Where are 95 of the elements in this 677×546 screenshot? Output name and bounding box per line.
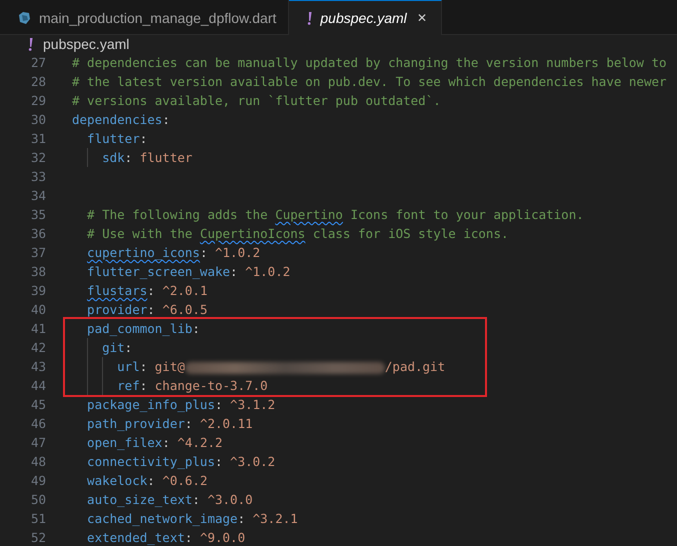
yaml-key: extended_text <box>87 530 185 545</box>
line-number: 49 <box>30 472 46 490</box>
yaml-key: sdk <box>102 150 125 165</box>
yaml-value: ^4.2.2 <box>177 435 223 450</box>
colon: : <box>140 131 148 146</box>
yaml-key: wakelock <box>87 473 148 488</box>
file-icon <box>18 11 31 24</box>
line-number: 28 <box>30 73 46 91</box>
colon: : <box>214 454 224 469</box>
yaml-value: change-to-3.7.0 <box>154 378 268 393</box>
line-number: 35 <box>30 206 46 224</box>
colon: : <box>162 435 171 450</box>
code-comment: # versions available, run `flutter pub outdated`. <box>72 93 441 108</box>
colon: : <box>147 473 156 488</box>
line-number: 52 <box>30 529 46 546</box>
yaml-value: ^2.0.11 <box>200 416 253 431</box>
yaml-key: flutter_screen_wake <box>87 264 230 279</box>
yaml-value: ^3.0.2 <box>230 454 276 469</box>
colon: : <box>147 283 156 298</box>
code-comment: Icons font to your application. <box>349 207 584 222</box>
close-icon[interactable]: ✕ <box>414 11 429 25</box>
line-number: 44 <box>30 377 46 395</box>
yaml-key: flutter <box>87 131 140 146</box>
yaml-value: flutter <box>140 150 192 165</box>
line-number: 37 <box>30 244 46 262</box>
colon: : <box>140 378 148 393</box>
yaml-value: /pad.git <box>384 359 446 374</box>
yaml-value: ^6.0.5 <box>162 302 208 317</box>
yaml-key: dependencies <box>72 112 162 127</box>
line-number: 29 <box>30 92 46 110</box>
yaml-value: git@ <box>154 359 185 374</box>
code-comment: CupertinoIcons <box>200 225 306 243</box>
line-number: 38 <box>30 263 46 281</box>
yaml-key: git <box>102 340 125 355</box>
colon: : <box>230 264 239 279</box>
line-number: 47 <box>30 434 46 452</box>
yaml-value: ^2.0.1 <box>162 283 208 298</box>
yaml-key: url <box>117 359 140 374</box>
line-number: 34 <box>30 187 46 205</box>
line-number: 33 <box>30 168 46 186</box>
colon: : <box>184 530 194 545</box>
colon: : <box>162 112 170 127</box>
line-number: 46 <box>30 415 46 433</box>
colon: : <box>238 511 246 526</box>
line-number: 42 <box>30 339 46 357</box>
yaml-value: ^0.6.2 <box>162 473 208 488</box>
exclamation-icon <box>307 12 312 24</box>
line-number: 43 <box>30 358 46 376</box>
yaml-key: cached_network_image <box>87 511 238 526</box>
yaml-key: package_info_plus <box>87 397 215 412</box>
yaml-key: auto_size_text <box>87 492 192 507</box>
breadcrumb-item[interactable]: pubspec.yaml <box>43 36 130 52</box>
colon: : <box>200 245 208 260</box>
line-number: 27 <box>30 54 46 72</box>
line-number: 45 <box>30 396 46 414</box>
yaml-value: ^9.0.0 <box>200 530 246 545</box>
code-comment: class for iOS style icons. <box>312 226 508 241</box>
colon: : <box>140 359 148 374</box>
yaml-value: ^3.0.0 <box>207 492 253 507</box>
yaml-value: ^1.0.2 <box>245 264 290 279</box>
colon: : <box>147 302 156 317</box>
colon: : <box>214 397 224 412</box>
editor-tab[interactable]: pubspec.yaml ✕ <box>289 0 442 35</box>
colon: : <box>192 321 200 336</box>
yaml-value: ^1.0.2 <box>215 245 260 260</box>
line-number: 50 <box>30 491 46 509</box>
yaml-value: ^3.1.2 <box>230 397 276 412</box>
yaml-key: ref <box>117 378 140 393</box>
line-number: 51 <box>30 510 46 528</box>
colon: : <box>124 340 132 355</box>
code-comment: # Use with the <box>87 226 194 241</box>
exclamation-icon <box>28 38 33 50</box>
yaml-key: path_provider <box>87 416 185 431</box>
yaml-key: pad_common_lib <box>87 321 192 336</box>
line-number: 30 <box>30 111 46 129</box>
line-number: 31 <box>30 130 46 148</box>
yaml-key: cupertino_icons <box>87 243 200 262</box>
colon: : <box>192 492 201 507</box>
line-number: 48 <box>30 453 46 471</box>
yaml-key: flustars <box>87 281 148 300</box>
code-comment: # The following adds the <box>87 207 269 222</box>
colon: : <box>184 416 194 431</box>
line-number: 39 <box>30 282 46 300</box>
line-number: 32 <box>30 149 46 167</box>
yaml-key: provider <box>87 302 148 317</box>
line-number: 36 <box>30 225 46 243</box>
line-number: 41 <box>30 320 46 338</box>
yaml-key: open_filex <box>87 435 162 450</box>
line-number: 40 <box>30 301 46 319</box>
colon: : <box>124 150 134 165</box>
code-comment: # dependencies can be manually updated by changing the version numbers below to <box>72 55 667 70</box>
yaml-value: ^3.2.1 <box>252 511 298 526</box>
code-comment: # the latest version available on pub.dev. To see which dependencies have newer <box>72 74 667 89</box>
code-comment: Cupertino <box>275 206 343 224</box>
yaml-key: connectivity_plus <box>87 454 215 469</box>
